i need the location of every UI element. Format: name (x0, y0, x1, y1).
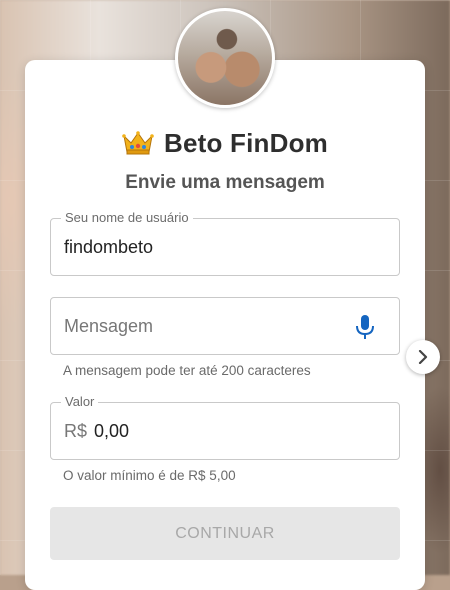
username-field[interactable]: Seu nome de usuário findombeto (50, 210, 400, 276)
value-help-text: O valor mínimo é de R$ 5,00 (63, 468, 236, 483)
currency-prefix: R$ (64, 421, 88, 441)
value-field[interactable]: Valor R$ 0,00 (50, 394, 400, 460)
next-button[interactable] (406, 340, 440, 374)
avatar (175, 8, 275, 108)
crown-icon (122, 131, 154, 155)
username-label: Seu nome de usuário (61, 210, 193, 226)
value-amount: 0,00 (94, 421, 130, 441)
message-field[interactable]: Mensagem (50, 297, 400, 355)
value-label: Valor (61, 394, 99, 410)
username-value: findombeto (64, 237, 154, 257)
page-subtitle: Envie uma mensagem (125, 172, 325, 193)
microphone-icon[interactable] (353, 313, 377, 341)
message-help-text: A mensagem pode ter até 200 caracteres (63, 363, 311, 378)
continue-button[interactable]: CONTINUAR (50, 507, 400, 560)
message-placeholder: Mensagem (64, 316, 154, 336)
profile-name: Beto FinDom (164, 127, 328, 158)
profile-header: Beto FinDom (0, 125, 450, 161)
chevron-right-icon (418, 350, 428, 364)
